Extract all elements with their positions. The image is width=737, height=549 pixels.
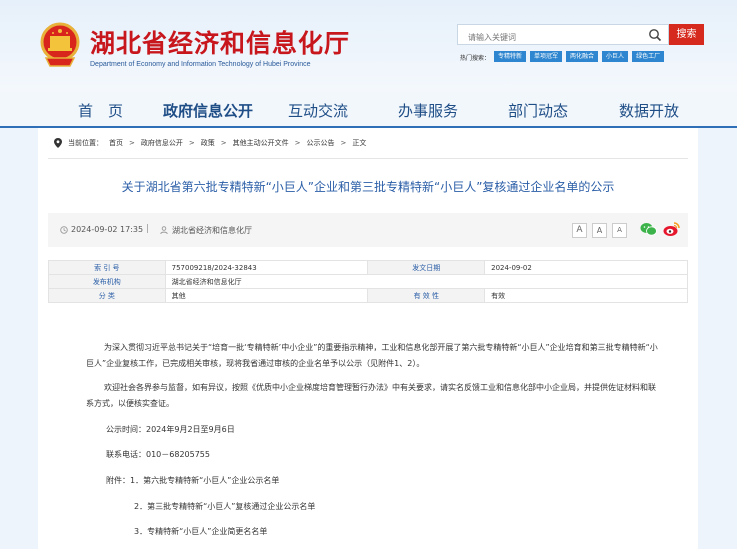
breadcrumb-other-files[interactable]: 其他主动公开文件 — [233, 138, 289, 148]
paragraph: 为深入贯彻习近平总书记关于“培育一批‘专精特新’中小企业”的重要指示精神，工业和… — [86, 343, 658, 368]
article-source: 湖北省经济和信息化厅 — [172, 226, 252, 235]
font-small-button[interactable]: A — [612, 223, 627, 238]
nav-dept-news[interactable]: 部门动态 — [508, 100, 568, 121]
article-date: 2024-09-02 17:35 — [71, 225, 144, 234]
table-value: 其他 — [164, 288, 369, 303]
breadcrumb-notices[interactable]: 公示公告 — [307, 138, 335, 148]
wechat-share-icon[interactable] — [640, 222, 657, 237]
table-label: 索 引 号 — [48, 260, 166, 275]
search-icon[interactable] — [648, 28, 662, 42]
paragraph-contact-phone: 联系电话：010－68205755 — [106, 450, 210, 459]
breadcrumb: 当前位置： 首页 > 政府信息公开 > 政策 > 其他主动公开文件 > 公示公告… — [54, 138, 366, 148]
paragraph-notice-period: 公示时间：2024年9月2日至9月6日 — [106, 425, 235, 434]
table-row: 分 类 其他 有 效 性 有效 — [48, 288, 688, 303]
nav-gov-info[interactable]: 政府信息公开 — [163, 100, 253, 121]
font-large-button[interactable]: A — [572, 223, 587, 238]
nav-services[interactable]: 办事服务 — [398, 100, 458, 121]
site-header: 湖北省经济和信息化厅 Department of Economy and Inf… — [0, 0, 737, 92]
breadcrumb-home[interactable]: 首页 — [109, 138, 123, 148]
hot-search-label: 热门搜索： — [460, 55, 491, 62]
site-subtitle: Department of Economy and Information Te… — [90, 61, 311, 68]
table-label: 发布机构 — [48, 274, 166, 289]
article-title: 关于湖北省第六批专精特新“小巨人”企业和第三批专精特新“小巨人”复核通过企业名单… — [121, 180, 615, 194]
breadcrumb-policy[interactable]: 政策 — [201, 138, 215, 148]
hot-search-tags: 专精特新 单项冠军 两化融合 小巨人 绿色工厂 — [494, 51, 665, 62]
font-medium-button[interactable]: A — [592, 223, 607, 238]
user-icon — [160, 226, 168, 234]
main-nav: 首 页 政府信息公开 互动交流 办事服务 部门动态 数据开放 — [0, 92, 737, 128]
breadcrumb-separator: > — [294, 139, 301, 147]
attachment-link[interactable]: 3．专精特新“小巨人”企业简更名名单 — [134, 524, 709, 540]
hot-tag[interactable]: 专精特新 — [494, 51, 527, 62]
breadcrumb-separator: > — [129, 139, 135, 147]
hot-tag[interactable]: 两化融合 — [566, 51, 599, 62]
hot-tag[interactable]: 绿色工厂 — [632, 51, 665, 62]
paragraph: 欢迎社会各界参与监督，如有异议，按照《优质中小企业梯度培育管理暂行办法》中有关要… — [86, 383, 656, 408]
table-label: 发文日期 — [367, 260, 486, 275]
divider — [48, 158, 688, 159]
breadcrumb-separator: > — [340, 139, 347, 147]
location-pin-icon — [54, 138, 62, 148]
table-value: 有效 — [484, 288, 688, 303]
hot-tag[interactable]: 单项冠军 — [530, 51, 563, 62]
article-meta-bar: 2024-09-02 17:35 | 湖北省经济和信息化厅 A A A — [48, 213, 688, 247]
site-title[interactable]: 湖北省经济和信息化厅 — [90, 24, 350, 60]
table-row: 索 引 号 757009218/2024-32843 发文日期 2024-09-… — [48, 260, 688, 275]
national-emblem-icon — [40, 22, 80, 67]
table-value: 757009218/2024-32843 — [164, 260, 369, 275]
clock-icon — [60, 226, 68, 234]
nav-home[interactable]: 首 页 — [78, 100, 123, 121]
search-input[interactable] — [458, 28, 638, 47]
breadcrumb-label: 当前位置： — [68, 139, 103, 147]
table-value: 2024-09-02 — [484, 260, 688, 275]
breadcrumb-separator: > — [220, 139, 227, 147]
attachment-link[interactable]: 2．第三批专精特新“小巨人”复核通过企业公示名单 — [134, 499, 709, 515]
nav-interaction[interactable]: 互动交流 — [288, 100, 348, 121]
breadcrumb-current: 正文 — [352, 139, 367, 147]
breadcrumb-separator: > — [188, 139, 195, 147]
search-button[interactable]: 搜索 — [669, 24, 704, 45]
table-label: 有 效 性 — [367, 288, 486, 303]
table-value: 湖北省经济和信息化厅 — [164, 274, 689, 289]
attachment-link[interactable]: 附件：1．第六批专精特新“小巨人”企业公示名单 — [106, 473, 681, 489]
breadcrumb-gov-info[interactable]: 政府信息公开 — [141, 138, 183, 148]
nav-open-data[interactable]: 数据开放 — [619, 100, 679, 121]
weibo-share-icon[interactable] — [663, 221, 680, 237]
table-label: 分 类 — [48, 288, 166, 303]
document-info-table: 索 引 号 757009218/2024-32843 发文日期 2024-09-… — [48, 260, 689, 303]
content-panel: 当前位置： 首页 > 政府信息公开 > 政策 > 其他主动公开文件 > 公示公告… — [38, 128, 698, 549]
meta-divider: | — [146, 224, 150, 234]
hot-tag[interactable]: 小巨人 — [602, 51, 629, 62]
table-row: 发布机构 湖北省经济和信息化厅 — [48, 274, 689, 289]
search-box — [457, 24, 669, 47]
